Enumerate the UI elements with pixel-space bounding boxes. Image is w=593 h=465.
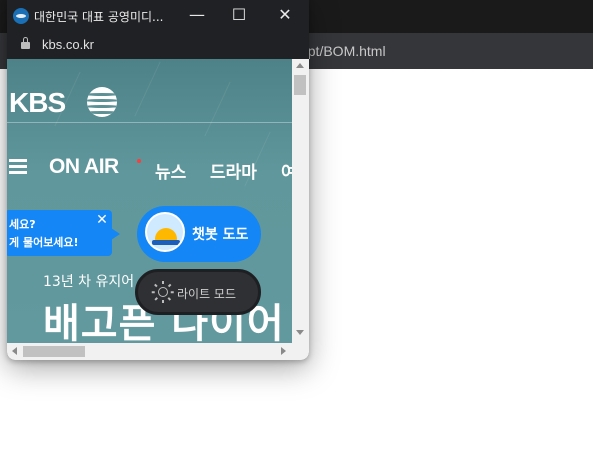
screen: ript/BOM.html 대한민국 대표 공영미디... — ☐ ✕ kbs.… [0,0,593,465]
scroll-right-arrow-icon[interactable] [281,347,286,355]
minimize-button[interactable]: — [175,0,219,30]
chat-bubble-line1: 세요? [9,218,36,231]
light-mode-label: 라이트 모드 [177,287,237,301]
lock-icon [21,37,30,49]
scroll-down-arrow-icon[interactable] [296,330,304,335]
header-divider [7,122,292,123]
hamburger-menu-icon[interactable] [9,159,29,175]
kbs-favicon-icon [13,8,29,24]
chat-bubble-tail [111,228,120,240]
chat-bubble-line2: 게 물어보세요! [9,236,79,249]
scroll-left-arrow-icon[interactable] [12,347,17,355]
kbs-logo-text[interactable]: KBS [9,87,66,119]
sun-icon [155,281,171,303]
url-text: kbs.co.kr [42,37,95,52]
promo-subtitle: 13년 차 유지어 [43,274,135,290]
maximize-button[interactable]: ☐ [217,0,261,30]
address-bar[interactable]: kbs.co.kr [7,32,309,58]
nav-news[interactable]: 뉴스 [155,158,186,183]
background-window-url: ript/BOM.html [300,43,386,59]
chatbot-label: 챗봇 도도 [192,227,249,243]
kbs-logo-icon[interactable] [87,87,117,117]
nav-drama[interactable]: 드라마 [210,158,257,183]
popup-window: 대한민국 대표 공영미디... — ☐ ✕ kbs.co.kr KBS ON A… [7,0,309,360]
close-window-button[interactable]: ✕ [263,0,307,30]
live-dot-icon [137,159,141,163]
chatbot-avatar-icon[interactable] [145,212,185,252]
horizontal-scroll-thumb[interactable] [23,346,85,357]
nav-entertainment[interactable]: 여 [281,158,292,183]
vertical-scrollbar[interactable] [292,59,309,343]
scroll-up-arrow-icon[interactable] [296,63,304,68]
bubble-close-icon[interactable]: ✕ [95,212,109,228]
popup-titlebar[interactable]: 대한민국 대표 공영미디... — ☐ ✕ [7,0,309,32]
vertical-scroll-thumb[interactable] [294,75,306,95]
nav-onair[interactable]: ON AIR [49,155,119,179]
web-content: KBS ON AIR 뉴스 드라마 여 세요? 게 물어보세요! ✕ 13년 차… [7,59,292,343]
window-title: 대한민국 대표 공영미디... [34,10,164,24]
